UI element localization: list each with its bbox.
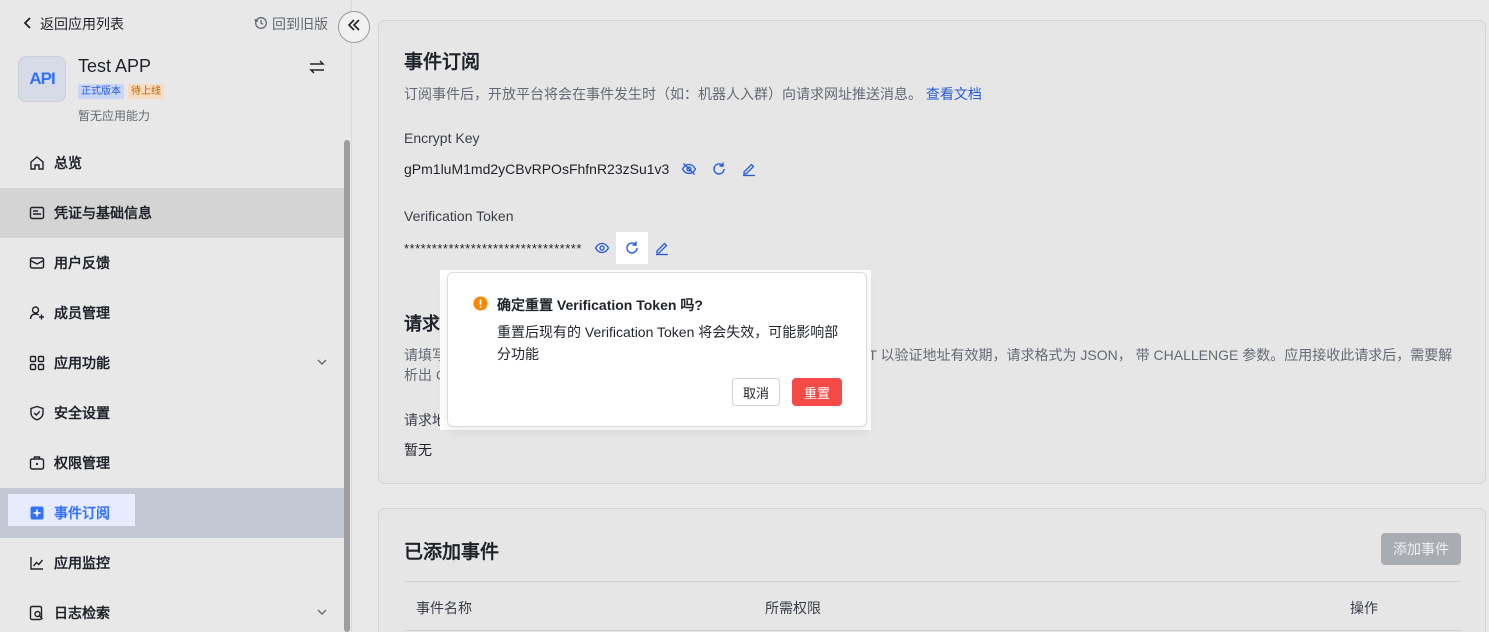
edit-key-button[interactable] xyxy=(737,157,761,181)
credential-icon xyxy=(28,204,46,222)
sidebar-item-label: 应用监控 xyxy=(54,555,110,571)
sidebar-item-app-features[interactable]: 应用功能 xyxy=(0,338,344,388)
badge-pending: 待上线 xyxy=(128,84,164,99)
column-actions: 操作 xyxy=(1350,600,1378,616)
eye-off-icon xyxy=(682,163,697,175)
encrypt-key-row: gPm1luM1md2yCBvRPOsFhfnR23zSu1v3 xyxy=(404,157,761,181)
hide-key-button[interactable] xyxy=(677,157,701,181)
user-add-icon xyxy=(28,304,46,322)
events-table-header: 事件名称 所需权限 操作 xyxy=(404,581,1462,631)
sidebar-item-permissions[interactable]: 权限管理 xyxy=(0,438,344,488)
app-description: 暂无应用能力 xyxy=(78,109,151,123)
cancel-button[interactable]: 取消 xyxy=(731,378,780,406)
edit-token-button[interactable] xyxy=(650,236,674,260)
app-name: Test APP xyxy=(78,56,152,76)
verification-token-label: Verification Token xyxy=(404,208,514,224)
sidebar-scrollbar[interactable] xyxy=(344,140,350,632)
collapse-sidebar-button[interactable] xyxy=(338,11,370,43)
added-events-title: 已添加事件 xyxy=(404,542,500,563)
double-chevron-left-icon xyxy=(346,17,362,38)
reset-token-button[interactable] xyxy=(615,232,648,264)
chevron-down-icon xyxy=(316,355,328,371)
sidebar-item-monitoring[interactable]: 应用监控 xyxy=(0,538,344,588)
log-search-icon xyxy=(28,604,46,622)
history-icon xyxy=(254,16,268,33)
sidebar-item-security[interactable]: 安全设置 xyxy=(0,388,344,438)
chevron-left-icon xyxy=(22,16,34,32)
show-token-button[interactable] xyxy=(590,236,614,260)
refresh-key-button[interactable] xyxy=(707,157,731,181)
sidebar-item-label: 用户反馈 xyxy=(54,255,110,271)
sidebar-item-label: 成员管理 xyxy=(54,305,110,321)
mail-icon xyxy=(28,254,46,272)
sidebar-nav: 总览 凭证与基础信息 用户反馈 成员管理 应用功能 安全设置 权限管理 事件订阅… xyxy=(0,138,344,632)
column-event-name: 事件名称 xyxy=(416,600,472,616)
sidebar-item-label: 日志检索 xyxy=(54,605,110,621)
sidebar-item-label: 凭证与基础信息 xyxy=(54,205,152,221)
event-subscription-title: 事件订阅 xyxy=(404,52,481,73)
sidebar-item-label: 事件订阅 xyxy=(54,505,110,521)
added-events-card: 已添加事件 添加事件 事件名称 所需权限 操作 xyxy=(378,508,1486,632)
sidebar: 返回应用列表 回到旧版 API Test APP 正式版本 待上线 暂无应用能力 xyxy=(0,0,352,632)
sidebar-item-credentials[interactable]: 凭证与基础信息 xyxy=(0,188,344,238)
confirm-reset-button[interactable]: 重置 xyxy=(791,378,842,406)
verification-token-value: ******************************** xyxy=(404,240,582,256)
sidebar-item-feedback[interactable]: 用户反馈 xyxy=(0,238,344,288)
app-logo: API xyxy=(18,56,66,102)
old-version-link[interactable]: 回到旧版 xyxy=(254,14,328,34)
sidebar-item-label: 权限管理 xyxy=(54,455,110,471)
edit-icon xyxy=(655,242,668,256)
app-root: 返回应用列表 回到旧版 API Test APP 正式版本 待上线 暂无应用能力 xyxy=(0,0,1489,632)
reset-token-confirm-popover: 确定重置 Verification Token 吗? 重置后现有的 Verifi… xyxy=(447,272,867,427)
refresh-icon xyxy=(713,162,726,175)
old-version-label: 回到旧版 xyxy=(272,16,328,32)
sidebar-item-label: 应用功能 xyxy=(54,355,110,371)
sidebar-topbar: 返回应用列表 回到旧版 xyxy=(22,14,328,36)
popover-body: 重置后现有的 Verification Token 将会失效，可能影响部分功能 xyxy=(497,324,839,362)
request-url-desc-right-1: ST 以验证地址有效期，请求格式为 JSON， 带 CHALLENGE 参数。应… xyxy=(859,347,1453,363)
encrypt-key-value: gPm1luM1md2yCBvRPOsFhfnR23zSu1v3 xyxy=(404,161,670,177)
edit-icon xyxy=(743,163,756,177)
app-info-card: API Test APP 正式版本 待上线 暂无应用能力 xyxy=(18,56,328,126)
popover-title: 确定重置 Verification Token 吗? xyxy=(497,297,703,313)
sidebar-item-label: 总览 xyxy=(54,155,82,171)
popover-actions: 取消 重置 xyxy=(731,378,842,406)
encrypt-key-label: Encrypt Key xyxy=(404,130,480,146)
refresh-icon xyxy=(626,241,638,254)
event-subscription-description: 订阅事件后，开放平台将会在事件发生时（如：机器人入群）向请求网址推送消息。 查看… xyxy=(404,84,982,104)
description-text: 订阅事件后，开放平台将会在事件发生时（如：机器人入群）向请求网址推送消息。 xyxy=(404,86,922,102)
add-event-button[interactable]: 添加事件 xyxy=(1381,533,1461,565)
back-label: 返回应用列表 xyxy=(40,16,124,32)
chevron-down-icon xyxy=(316,605,328,621)
eye-icon xyxy=(594,242,610,254)
switch-app-icon[interactable] xyxy=(308,58,326,81)
view-docs-link[interactable]: 查看文档 xyxy=(926,86,982,102)
sidebar-item-log-search[interactable]: 日志检索 xyxy=(0,588,344,632)
home-icon xyxy=(28,154,46,172)
grid-icon xyxy=(28,354,46,372)
briefcase-icon xyxy=(28,454,46,472)
column-required-permissions: 所需权限 xyxy=(765,600,821,616)
chart-icon xyxy=(28,554,46,572)
verification-token-row: ******************************** xyxy=(404,232,674,264)
request-url-value: 暂无 xyxy=(404,442,432,458)
warning-icon xyxy=(473,296,488,316)
app-badges: 正式版本 待上线 xyxy=(78,84,164,99)
event-icon xyxy=(28,504,46,522)
badge-official: 正式版本 xyxy=(78,84,124,99)
sidebar-item-event-subscription[interactable]: 事件订阅 xyxy=(0,488,344,538)
sidebar-item-overview[interactable]: 总览 xyxy=(0,138,344,188)
shield-icon xyxy=(28,404,46,422)
back-to-app-list-link[interactable]: 返回应用列表 xyxy=(22,14,124,34)
sidebar-item-label: 安全设置 xyxy=(54,405,110,421)
sidebar-item-members[interactable]: 成员管理 xyxy=(0,288,344,338)
